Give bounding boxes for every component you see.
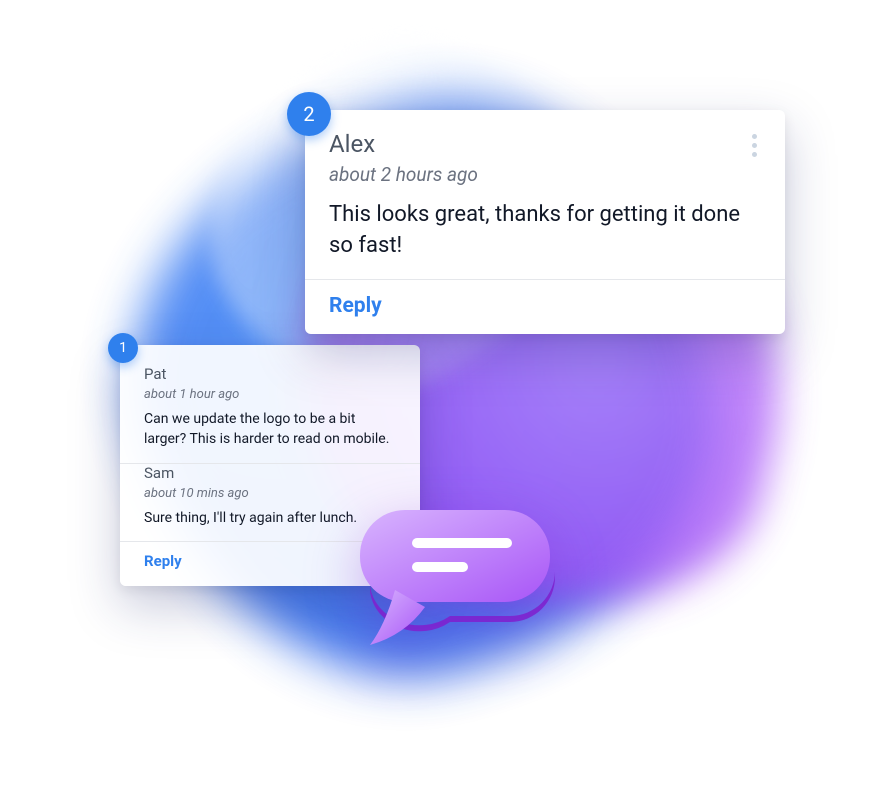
comment-header: Alex about 2 hours ago — [329, 130, 761, 186]
comment-timestamp: about 1 hour ago — [144, 387, 396, 402]
badge-number: 2 — [303, 102, 314, 126]
chat-bubble-icon — [340, 490, 560, 660]
comment-body: This looks great, thanks for getting it … — [329, 200, 761, 262]
comment-badge-2: 2 — [287, 92, 331, 136]
card-divider — [305, 279, 785, 280]
badge-number: 1 — [119, 340, 127, 356]
comment-card-2: 2 Alex about 2 hours ago This looks grea… — [305, 110, 785, 334]
comment-timestamp: about 2 hours ago — [329, 163, 478, 186]
comment-author: Sam — [144, 464, 396, 482]
comment-badge-1: 1 — [108, 333, 138, 363]
reply-button[interactable]: Reply — [329, 294, 382, 318]
comment-thread-item: Pat about 1 hour ago Can we update the l… — [144, 365, 396, 449]
comment-body: Can we update the logo to be a bit large… — [144, 410, 396, 449]
comment-author: Alex — [329, 130, 478, 159]
comment-author: Pat — [144, 365, 396, 383]
more-menu-icon[interactable] — [748, 130, 761, 161]
reply-button[interactable]: Reply — [144, 552, 182, 570]
